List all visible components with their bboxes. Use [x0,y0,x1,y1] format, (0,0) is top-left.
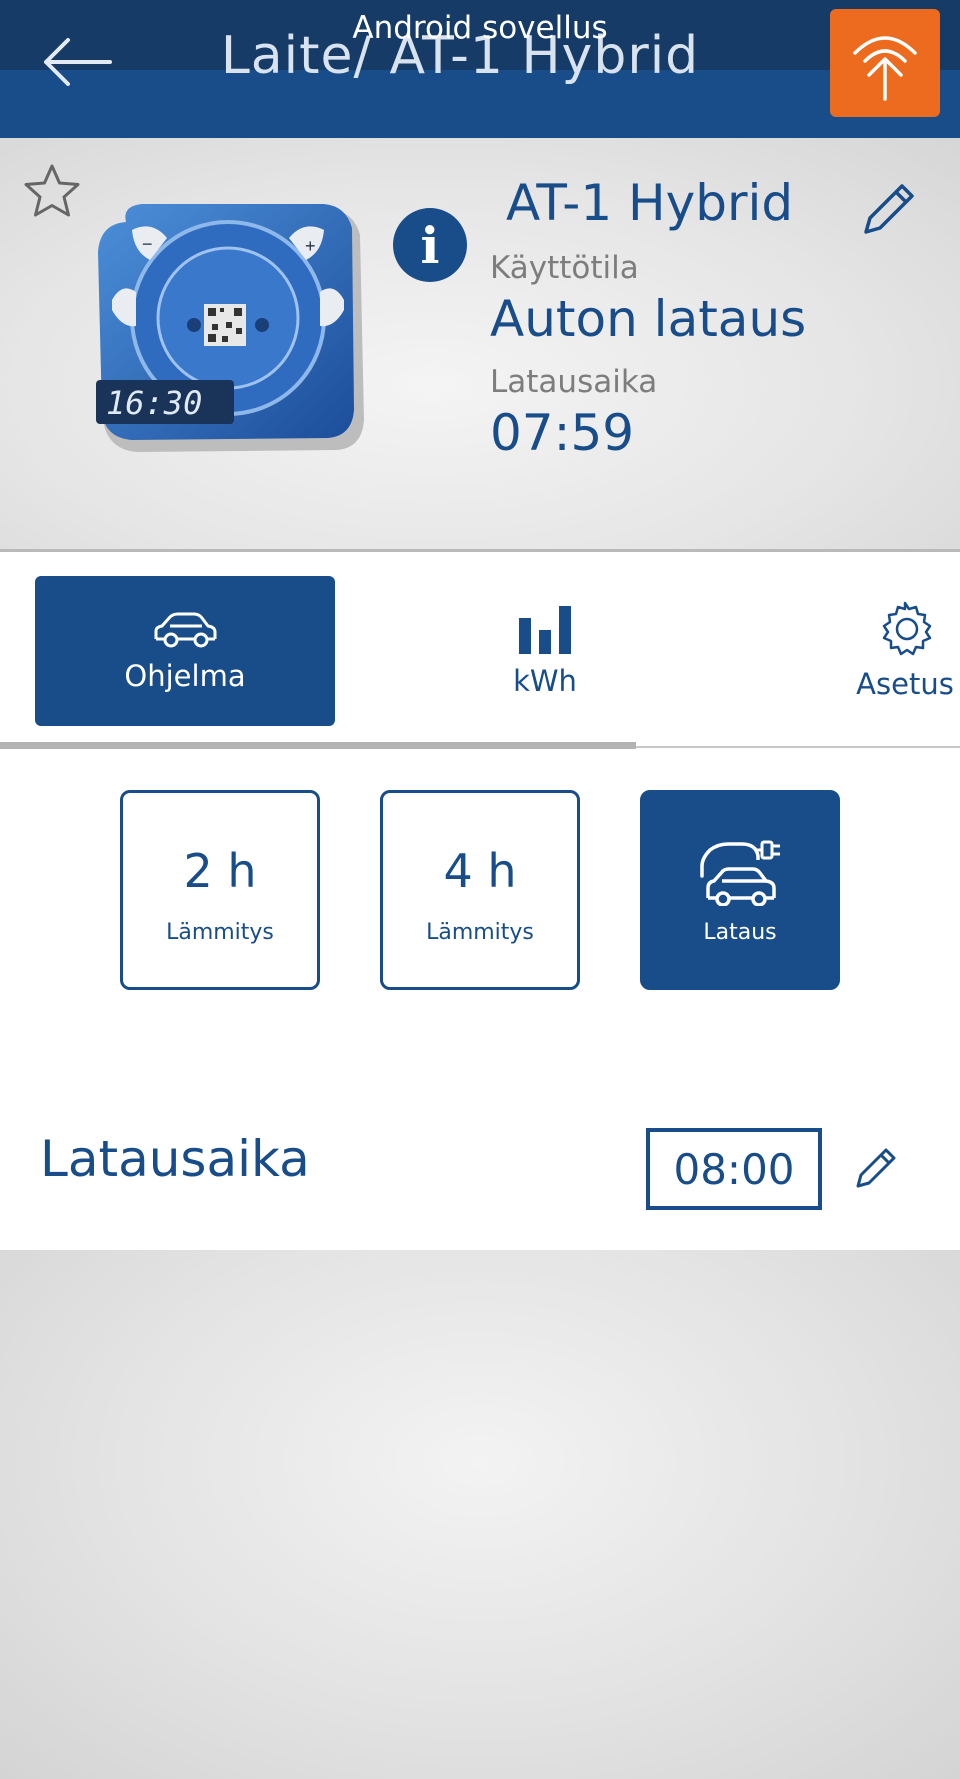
mode-label: Käyttötila [490,250,639,286]
car-icon [154,612,217,648]
empty-content-area [0,1250,960,1779]
tab-kwh[interactable]: kWh [455,576,635,726]
edit-charge-time-button[interactable] [852,1144,900,1192]
car-charging-icon [700,840,780,906]
svg-text:+: + [305,236,316,256]
tab-bar: Ohjelma kWh Asetus [0,552,960,748]
star-outline-icon [24,164,80,217]
gear-icon [882,601,932,656]
app-screen: Laite/ AT-1 Hybrid Android sovellus − + … [0,0,960,1779]
sync-button[interactable] [830,9,940,117]
tab-scroll-indicator [0,742,636,749]
program-duration: 4 h [443,843,517,898]
program-duration: 2 h [183,843,257,898]
pencil-icon [864,184,914,234]
arrow-left-icon [44,38,112,86]
tab-label: Asetus [856,667,954,701]
info-icon: i [420,215,440,275]
svg-text:−: − [142,234,153,254]
mode-value: Auton lataus [490,290,807,348]
device-display-time: 16:30 [106,384,202,422]
charge-time-row: Latausaika 08:00 [0,1100,960,1250]
tab-label: Ohjelma [124,659,246,693]
edit-device-button[interactable] [858,178,920,240]
device-summary: − + 16:30 i AT-1 Hybrid Käyttötila Auton… [0,138,960,552]
tab-ohjelma[interactable]: Ohjelma [35,576,335,726]
signal-upload-icon [853,36,917,101]
bar-chart-icon [519,606,571,654]
back-button[interactable] [28,22,124,102]
charge-time-row-label: Latausaika [40,1130,310,1188]
pencil-icon [856,1148,896,1188]
tab-label: kWh [513,664,577,698]
tab-asetus[interactable]: Asetus [830,576,960,726]
favorite-button[interactable] [22,162,82,222]
charge-time-field[interactable]: 08:00 [646,1128,822,1210]
program-label: Lataus [703,919,777,945]
program-2h-heating[interactable]: 2 h Lämmitys [120,790,320,990]
device-name: AT-1 Hybrid [506,174,794,232]
top-app-bar: Laite/ AT-1 Hybrid Android sovellus [0,0,960,138]
app-overlay-label: Android sovellus [352,10,608,46]
charge-time-value: 07:59 [490,404,635,462]
program-label: Lämmitys [426,919,534,945]
program-label: Lämmitys [166,919,274,945]
info-button[interactable]: i [393,208,467,282]
program-charging[interactable]: Lataus [640,790,840,990]
program-4h-heating[interactable]: 4 h Lämmitys [380,790,580,990]
device-image: − + 16:30 [92,200,382,470]
charge-time-label: Latausaika [490,364,658,400]
